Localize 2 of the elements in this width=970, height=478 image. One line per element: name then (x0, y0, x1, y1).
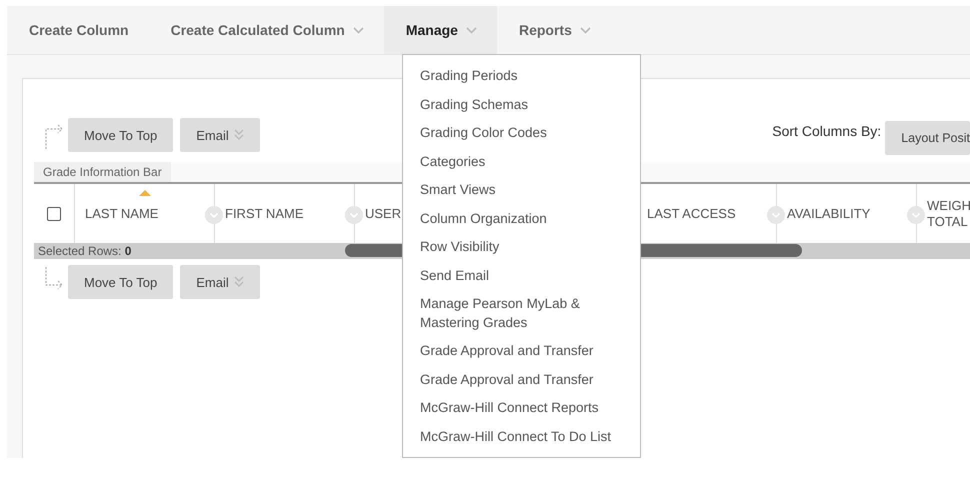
sort-label: Sort Columns By: (772, 123, 882, 141)
selected-rows-count: Selected Rows: 0 (37, 244, 132, 258)
